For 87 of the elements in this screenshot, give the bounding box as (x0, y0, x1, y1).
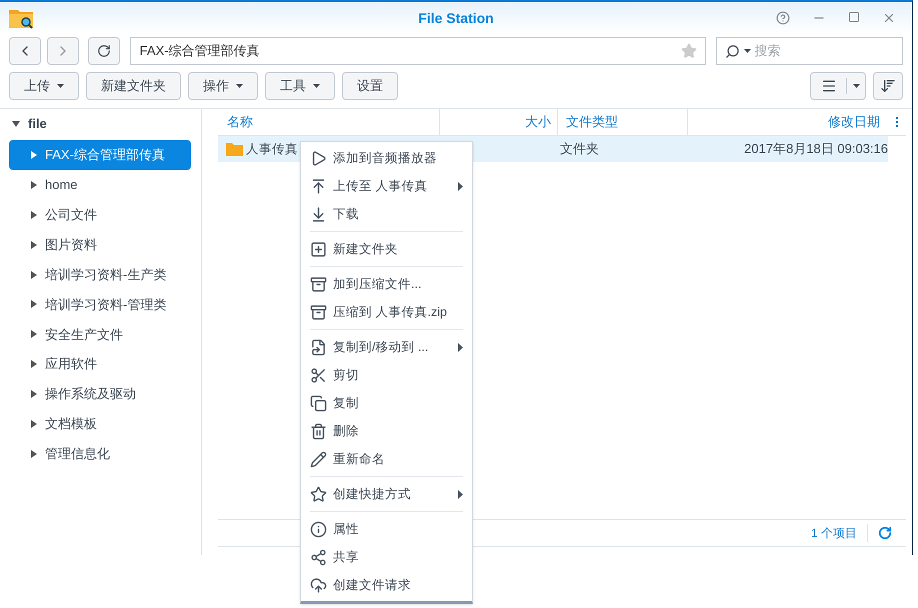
view-mode-button[interactable] (810, 72, 866, 100)
menu-item[interactable]: 复制到/移动到 ... (310, 333, 463, 361)
plus-square-icon (310, 240, 327, 258)
file-type: 文件夹 (559, 140, 600, 158)
menu-item[interactable]: 剪切 (310, 361, 463, 389)
toolbar-button[interactable]: 新建文件夹 (86, 72, 181, 100)
menu-item[interactable]: 创建快捷方式 (310, 480, 463, 508)
caret-icon (852, 84, 860, 88)
maximize-icon[interactable] (848, 11, 860, 23)
menu-item[interactable]: 删除 (310, 417, 463, 445)
caret-icon (31, 150, 37, 159)
folder-search-icon (8, 7, 34, 29)
refresh-icon[interactable] (878, 526, 892, 540)
menu-item[interactable]: 属性 (310, 515, 463, 543)
help-icon[interactable] (776, 11, 790, 25)
star-icon[interactable] (680, 43, 697, 59)
search-icon (724, 44, 740, 58)
folder-tree-item[interactable]: 管理信息化 (9, 438, 191, 469)
caret-icon (31, 270, 37, 278)
folder-tree-item[interactable]: 应用软件 (9, 349, 191, 380)
cloud-upload-icon (310, 576, 327, 594)
search-input[interactable]: 搜索 (754, 41, 875, 61)
caret-icon (31, 450, 37, 458)
folder-tree-item[interactable]: 培训学习资料-生产类 (9, 260, 191, 290)
caret-icon (744, 49, 751, 53)
star-icon (310, 486, 327, 502)
toolbar-button[interactable]: 设置 (342, 72, 398, 100)
sort-button[interactable] (873, 72, 903, 100)
caret-icon (31, 240, 37, 249)
caret-icon (31, 360, 37, 368)
refresh-icon (96, 44, 111, 58)
folder-tree-item[interactable]: 文档模板 (9, 409, 191, 439)
caret-icon (31, 420, 37, 428)
menu-item[interactable]: 共享 (310, 543, 463, 571)
menu-item[interactable]: 加到压缩文件... (310, 270, 463, 298)
menu-item[interactable]: 创建文件请求 (310, 571, 463, 599)
column-header[interactable]: 文件类型 (558, 109, 688, 135)
caret-icon (31, 210, 37, 219)
caret-icon (31, 390, 37, 398)
toolbar-button[interactable]: 工具 (265, 72, 335, 100)
share-icon (310, 548, 327, 566)
menu-item[interactable]: 上传至 人事传真 (310, 172, 463, 200)
caret-icon (31, 300, 37, 308)
folder-tree-item[interactable]: 培训学习资料-管理类 (9, 289, 191, 320)
trash-icon (310, 422, 327, 440)
info-icon (310, 520, 327, 538)
download-icon (310, 206, 327, 222)
folder-icon (226, 142, 243, 156)
path-field[interactable]: FAX-综合管理部传真 (130, 37, 706, 65)
archive-icon (310, 276, 327, 292)
file-arrow-icon (310, 338, 327, 356)
folder-tree-item[interactable]: 公司文件 (9, 200, 191, 230)
upload-icon (310, 178, 327, 194)
tree-root[interactable]: file (9, 114, 191, 134)
folder-tree-item[interactable]: FAX-综合管理部传真 (9, 140, 191, 170)
copy-icon (310, 394, 327, 412)
list-icon (820, 78, 836, 94)
menu-item[interactable]: 下载 (310, 200, 463, 228)
column-header[interactable]: 修改日期 (688, 109, 888, 135)
menu-item[interactable]: 新建文件夹 (310, 235, 463, 263)
caret-icon (31, 180, 37, 189)
folder-tree-item[interactable]: 操作系统及驱动 (9, 379, 191, 410)
sort-icon (880, 78, 896, 94)
scissors-icon (310, 366, 327, 384)
item-count: 1 个项目 (810, 524, 868, 542)
file-name: 人事传真 (246, 140, 298, 158)
caret-icon (12, 121, 20, 127)
column-header[interactable]: 大小 (440, 109, 558, 135)
menu-item[interactable]: 压缩到 人事传真.zip (310, 298, 463, 326)
folder-tree-item[interactable]: home (9, 170, 191, 200)
menu-item[interactable]: 复制 (310, 389, 463, 417)
column-header[interactable]: 名称 (218, 109, 440, 135)
file-date: 2017年8月18日 09:03:16 (744, 140, 888, 158)
folder-tree-item[interactable]: 图片资料 (9, 230, 191, 260)
window-title: File Station (418, 8, 494, 28)
menu-item[interactable]: 重新命名 (310, 445, 463, 473)
pencil-icon (310, 450, 327, 468)
caret-icon (31, 330, 37, 338)
toolbar-button[interactable]: 操作 (188, 72, 258, 100)
folder-tree-item[interactable]: 安全生产文件 (9, 319, 191, 350)
archive-icon (310, 304, 327, 320)
close-icon[interactable] (882, 11, 896, 25)
search-field[interactable]: 搜索 (716, 37, 903, 65)
toolbar-button[interactable]: 上传 (9, 72, 79, 100)
refresh-button[interactable] (88, 37, 120, 65)
back-button[interactable] (9, 37, 41, 65)
play-icon (310, 150, 327, 166)
